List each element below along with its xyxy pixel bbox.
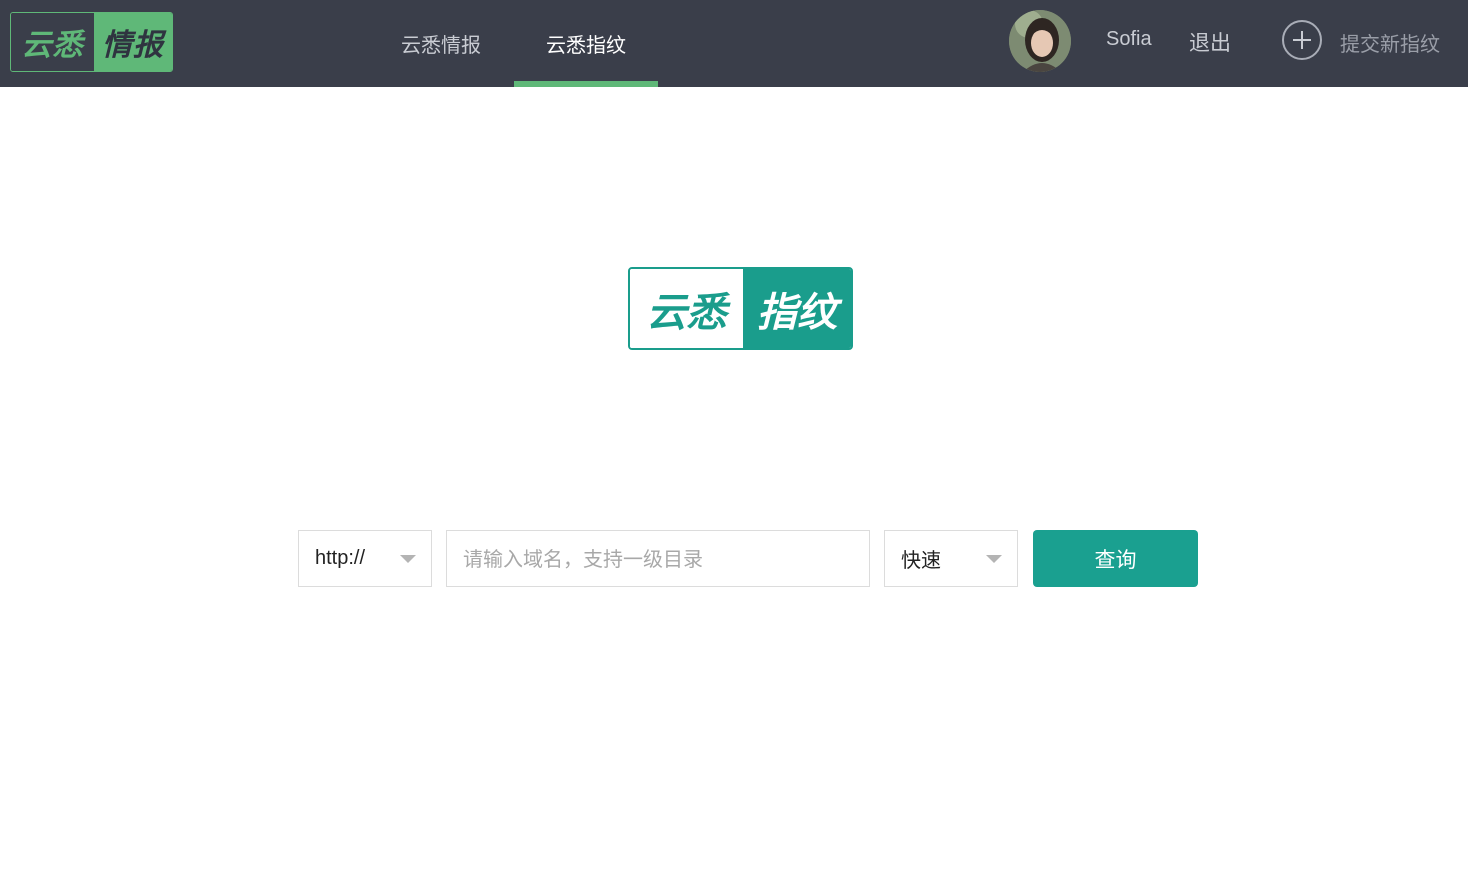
brand-logo-left: 云悉 xyxy=(11,13,94,71)
chevron-down-icon xyxy=(986,555,1002,563)
plus-circle-icon[interactable] xyxy=(1282,20,1322,60)
submit-new-fingerprint-link[interactable]: 提交新指纹 xyxy=(1340,28,1440,57)
logout-link[interactable]: 退出 xyxy=(1189,27,1231,57)
brand-logo[interactable]: 云悉 情报 xyxy=(10,12,173,72)
tab-label: 云悉情报 xyxy=(401,33,481,57)
protocol-select[interactable]: http:// xyxy=(298,530,432,587)
active-tab-indicator xyxy=(514,81,658,87)
scan-mode-select[interactable]: 快速 xyxy=(884,530,1018,587)
fingerprint-logo-right: 指纹 xyxy=(743,269,851,348)
query-button[interactable]: 查询 xyxy=(1033,530,1198,587)
brand-logo-right: 情报 xyxy=(94,13,172,71)
avatar[interactable] xyxy=(1009,10,1071,72)
tab-yunxi-intel[interactable]: 云悉情报 xyxy=(369,0,513,87)
tab-label: 云悉指纹 xyxy=(546,33,626,57)
chevron-down-icon xyxy=(400,555,416,563)
protocol-value: http:// xyxy=(315,547,366,569)
top-navbar: 云悉 情报 云悉情报 云悉指纹 Sofia 退出 提交新指纹 xyxy=(0,0,1468,87)
avatar-image xyxy=(1009,10,1071,72)
fingerprint-logo: 云悉 指纹 xyxy=(628,267,853,350)
tab-yunxi-fingerprint[interactable]: 云悉指纹 xyxy=(514,0,658,87)
scan-mode-value: 快速 xyxy=(901,548,941,572)
domain-search-input[interactable] xyxy=(446,530,870,587)
fingerprint-logo-left: 云悉 xyxy=(630,269,743,348)
username[interactable]: Sofia xyxy=(1106,28,1152,51)
